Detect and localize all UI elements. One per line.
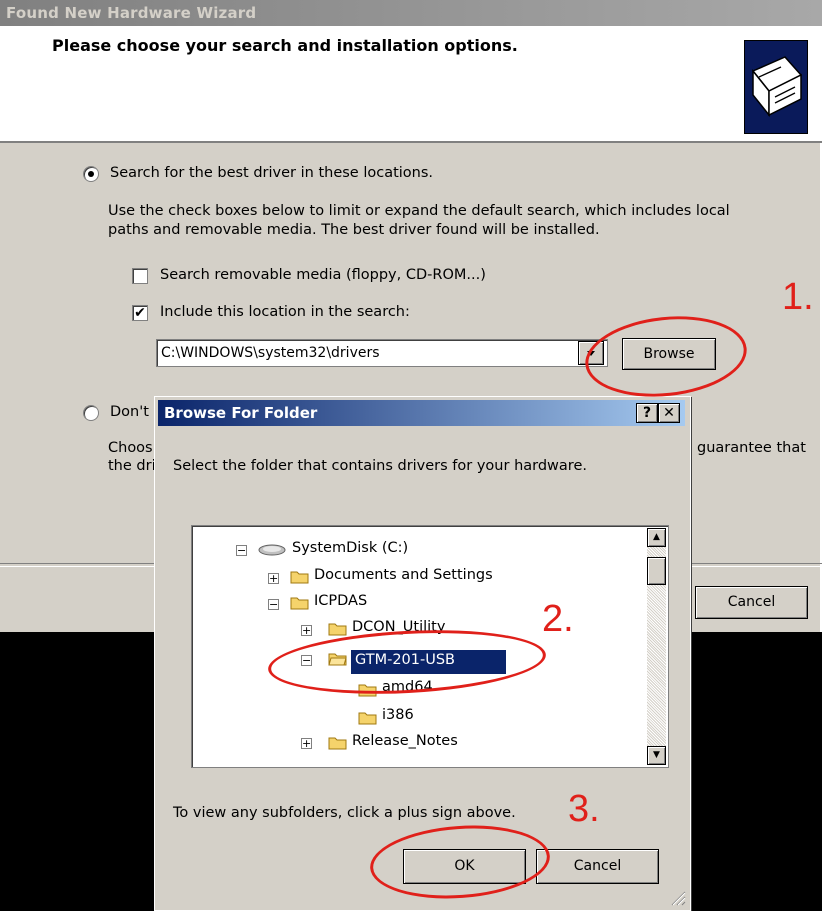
dont-search-label: Don't <box>110 404 149 420</box>
scroll-up-button[interactable]: ▲ <box>647 528 666 547</box>
driver-line-partial: the dri <box>108 458 156 474</box>
include-location-checkbox[interactable]: ✔ <box>132 305 148 321</box>
guarantee-text: guarantee that <box>697 440 806 456</box>
tree-expand-toggle[interactable]: + <box>301 625 312 636</box>
include-location-label: Include this location in the search: <box>160 304 410 320</box>
scroll-down-button[interactable]: ▼ <box>647 746 666 765</box>
close-icon: ✕ <box>663 405 675 421</box>
choose-line-partial: Choos <box>108 440 153 456</box>
location-path-combobox[interactable]: C:\WINDOWS\system32\drivers <box>156 339 608 367</box>
wizard-title: Found New Hardware Wizard <box>6 4 257 22</box>
resize-grip-icon[interactable] <box>668 888 686 906</box>
search-removable-label: Search removable media (floppy, CD-ROM..… <box>160 267 486 283</box>
radio-dot <box>88 171 94 177</box>
annotation-step2: 2. <box>542 598 574 640</box>
drive-icon <box>258 544 286 556</box>
tree-expand-toggle[interactable]: + <box>301 738 312 749</box>
tree-item-i386[interactable]: i386 <box>382 707 414 723</box>
tree-collapse-toggle[interactable]: − <box>268 599 279 610</box>
browse-instruction: Select the folder that contains drivers … <box>173 458 587 474</box>
browse-cancel-button[interactable]: Cancel <box>536 849 659 884</box>
search-description-line1: Use the check boxes below to limit or ex… <box>108 203 730 219</box>
tree-item-release-notes[interactable]: Release_Notes <box>352 733 458 749</box>
search-best-driver-label: Search for the best driver in these loca… <box>110 165 434 181</box>
tree-collapse-toggle[interactable]: − <box>236 545 247 556</box>
wizard-cancel-button[interactable]: Cancel <box>695 586 808 619</box>
close-button[interactable]: ✕ <box>658 403 680 423</box>
scroll-thumb[interactable] <box>647 557 666 585</box>
browse-dialog-title: Browse For Folder <box>164 404 318 422</box>
tree-item-systemdisk[interactable]: SystemDisk (C:) <box>292 540 408 556</box>
folder-icon <box>290 571 309 584</box>
tree-item-icpdas[interactable]: ICPDAS <box>314 593 367 609</box>
help-button[interactable]: ? <box>636 403 658 423</box>
annotation-step3: 3. <box>568 788 600 830</box>
scroll-up-icon: ▲ <box>653 532 660 542</box>
folder-icon <box>290 597 309 610</box>
annotation-step1: 1. <box>782 276 814 318</box>
dont-search-radio[interactable] <box>83 405 99 421</box>
subfolder-hint: To view any subfolders, click a plus sig… <box>173 805 516 821</box>
search-description-line2: paths and removable media. The best driv… <box>108 222 600 238</box>
search-best-driver-radio[interactable] <box>83 166 99 182</box>
folder-icon <box>328 737 347 750</box>
folder-icon <box>358 712 377 725</box>
wizard-heading: Please choose your search and installati… <box>52 36 518 55</box>
scroll-down-icon: ▼ <box>653 750 660 760</box>
hardware-icon <box>744 40 808 134</box>
folder-icon <box>328 623 347 636</box>
location-path-value: C:\WINDOWS\system32\drivers <box>161 345 380 361</box>
search-removable-checkbox[interactable] <box>132 268 148 284</box>
tree-item-documents[interactable]: Documents and Settings <box>314 567 493 583</box>
tree-expand-toggle[interactable]: + <box>268 573 279 584</box>
